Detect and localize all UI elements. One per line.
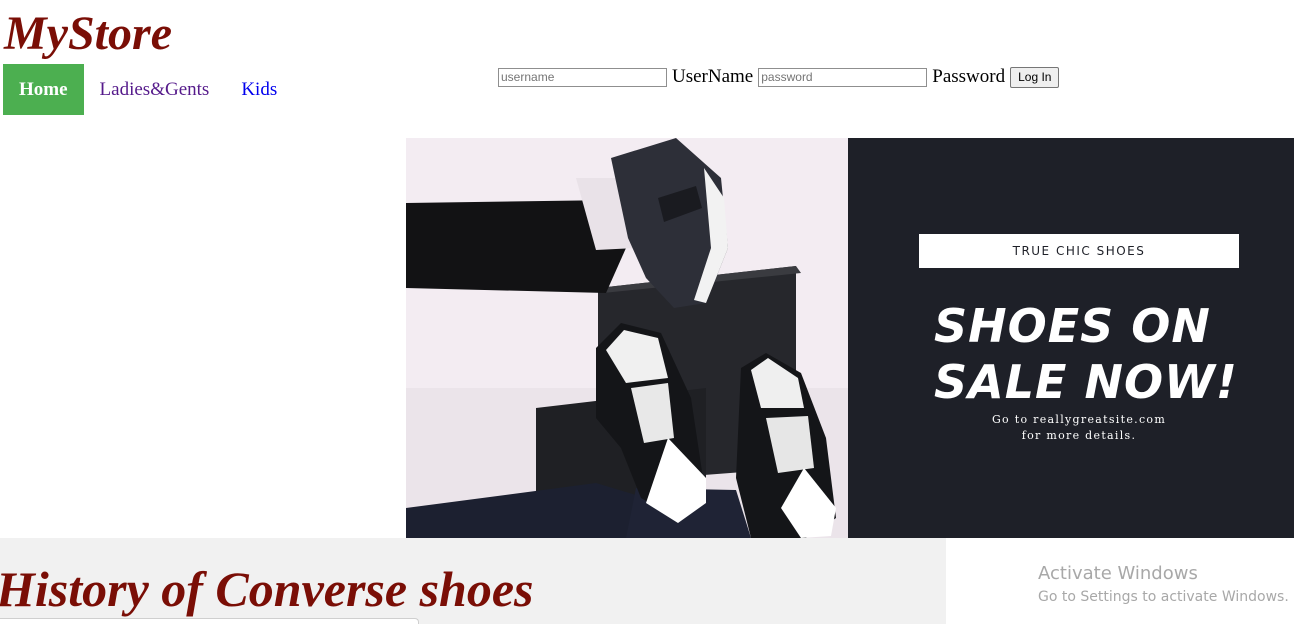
promo-panel: TRUE CHIC SHOES SHOES ON SALE NOW! Go to…	[848, 138, 1294, 538]
promo-headline-line2: SALE NOW!	[934, 355, 1238, 409]
password-input[interactable]	[758, 67, 928, 87]
promo-headline-line1: SHOES ON	[934, 299, 1211, 353]
promo-details-line2: for more details.	[1021, 429, 1137, 442]
watermark-subtitle: Go to Settings to activate Windows.	[1038, 589, 1289, 605]
nav-kids[interactable]: Kids	[225, 64, 293, 115]
username-label: UserName	[672, 66, 754, 87]
content-box-edge	[0, 618, 419, 624]
history-heading: History of Converse shoes	[0, 561, 534, 617]
sale-banner: TRUE CHIC SHOES SHOES ON SALE NOW! Go to…	[406, 138, 1294, 538]
watermark-title: Activate Windows	[1038, 563, 1198, 584]
nav-home[interactable]: Home	[3, 64, 84, 115]
promo-details-line1: Go to reallygreatsite.com	[991, 413, 1167, 426]
promo-headline: SHOES ON SALE NOW!	[934, 298, 1254, 410]
history-section: History of Converse shoes	[0, 538, 946, 624]
sneakers-photo	[406, 138, 848, 538]
login-form: UserName Password Log In	[498, 64, 1060, 90]
activate-windows-watermark: Activate Windows Go to Settings to activ…	[1038, 562, 1289, 608]
nav-ladies-gents[interactable]: Ladies&Gents	[84, 64, 226, 115]
promo-details: Go to reallygreatsite.com for more detai…	[919, 412, 1239, 444]
username-input[interactable]	[498, 67, 667, 87]
sneakers-illustration	[406, 138, 848, 538]
store-logo-title: MyStore	[4, 7, 172, 60]
login-button[interactable]: Log In	[1010, 66, 1060, 88]
promo-badge: TRUE CHIC SHOES	[919, 234, 1239, 268]
main-nav: Home Ladies&Gents Kids	[3, 64, 293, 115]
password-label: Password	[932, 66, 1006, 87]
